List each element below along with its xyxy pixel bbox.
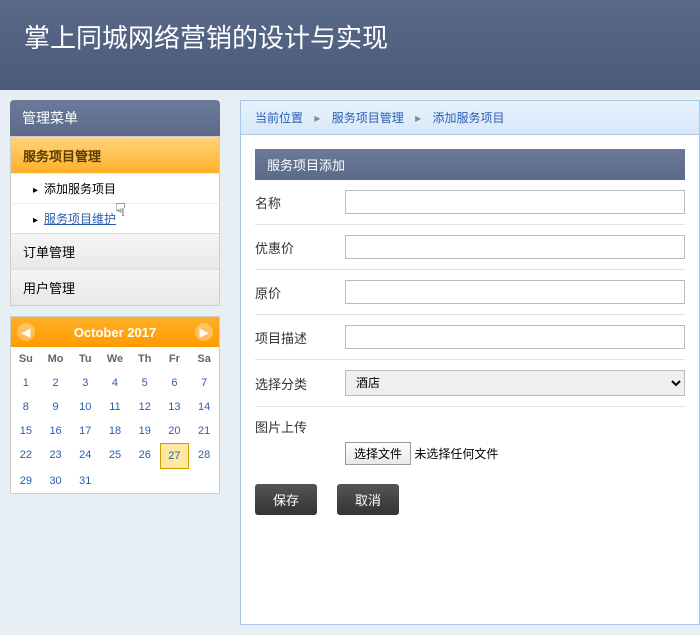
calendar-day[interactable]: 22 bbox=[11, 443, 41, 469]
calendar-day[interactable]: 12 bbox=[130, 395, 160, 419]
calendar-day[interactable]: 9 bbox=[41, 395, 71, 419]
section-title: 服务项目添加 bbox=[255, 149, 685, 180]
calendar-day-header: Th bbox=[130, 347, 160, 371]
calendar-day[interactable]: 23 bbox=[41, 443, 71, 469]
breadcrumb-item[interactable]: 服务项目管理 bbox=[332, 111, 404, 125]
app-title: 掌上同城网络营销的设计与实现 bbox=[24, 23, 388, 53]
calendar-day-header: Tu bbox=[70, 347, 100, 371]
panel: 当前位置 ▸ 服务项目管理 ▸ 添加服务项目 服务项目添加 名称 优惠价 原价 bbox=[240, 100, 700, 625]
input-desc[interactable] bbox=[345, 325, 685, 349]
label-discount: 优惠价 bbox=[255, 238, 345, 257]
calendar-day[interactable]: 27 bbox=[160, 443, 190, 469]
menu-item-service[interactable]: 服务项目管理 bbox=[11, 138, 219, 173]
calendar-day[interactable]: 24 bbox=[70, 443, 100, 469]
breadcrumb-label: 当前位置 bbox=[255, 111, 303, 125]
calendar-day[interactable]: 5 bbox=[130, 371, 160, 395]
calendar-day[interactable]: 13 bbox=[160, 395, 190, 419]
input-original[interactable] bbox=[345, 280, 685, 304]
menu: 服务项目管理 添加服务项目 服务项目维护 订单管理 用户管理 bbox=[10, 136, 220, 306]
calendar-day[interactable]: 19 bbox=[130, 419, 160, 443]
input-name[interactable] bbox=[345, 190, 685, 214]
submenu-maintain-service[interactable]: 服务项目维护 bbox=[11, 203, 219, 233]
calendar-day-header: Mo bbox=[41, 347, 71, 371]
submenu-add-service[interactable]: 添加服务项目 bbox=[11, 173, 219, 203]
main-content: 当前位置 ▸ 服务项目管理 ▸ 添加服务项目 服务项目添加 名称 优惠价 原价 bbox=[230, 90, 700, 635]
calendar-next-icon[interactable]: ▶ bbox=[195, 323, 213, 341]
calendar-day[interactable]: 1 bbox=[11, 371, 41, 395]
calendar-day-header: We bbox=[100, 347, 130, 371]
sidebar: 管理菜单 服务项目管理 添加服务项目 服务项目维护 订单管理 用户管理 ◀ Oc… bbox=[0, 90, 230, 635]
app-header: 掌上同城网络营销的设计与实现 bbox=[0, 0, 700, 90]
file-choose-button[interactable]: 选择文件 bbox=[345, 442, 411, 465]
label-desc: 项目描述 bbox=[255, 328, 345, 347]
calendar-day[interactable]: 2 bbox=[41, 371, 71, 395]
calendar-day bbox=[130, 469, 160, 493]
calendar-day[interactable]: 16 bbox=[41, 419, 71, 443]
calendar-day-header: Su bbox=[11, 347, 41, 371]
calendar-day[interactable]: 29 bbox=[11, 469, 41, 493]
select-category[interactable]: 酒店 bbox=[345, 370, 685, 396]
input-discount[interactable] bbox=[345, 235, 685, 259]
menu-item-orders[interactable]: 订单管理 bbox=[11, 234, 219, 269]
breadcrumb-item[interactable]: 添加服务项目 bbox=[432, 111, 504, 125]
calendar-day[interactable]: 28 bbox=[189, 443, 219, 469]
calendar-day[interactable]: 10 bbox=[70, 395, 100, 419]
chevron-right-icon: ▸ bbox=[415, 111, 421, 125]
calendar-day-header: Fr bbox=[160, 347, 190, 371]
calendar-day bbox=[160, 469, 190, 493]
calendar-day[interactable]: 30 bbox=[41, 469, 71, 493]
calendar-day[interactable]: 20 bbox=[160, 419, 190, 443]
label-category: 选择分类 bbox=[255, 374, 345, 393]
breadcrumb: 当前位置 ▸ 服务项目管理 ▸ 添加服务项目 bbox=[241, 101, 699, 135]
menu-item-users[interactable]: 用户管理 bbox=[11, 270, 219, 305]
calendar-title: October 2017 bbox=[74, 325, 156, 340]
calendar-day[interactable]: 26 bbox=[130, 443, 160, 469]
calendar-day[interactable]: 31 bbox=[70, 469, 100, 493]
calendar-day[interactable]: 21 bbox=[189, 419, 219, 443]
label-upload: 图片上传 bbox=[255, 417, 345, 436]
calendar-day[interactable]: 6 bbox=[160, 371, 190, 395]
calendar-day bbox=[189, 469, 219, 493]
label-original: 原价 bbox=[255, 283, 345, 302]
label-name: 名称 bbox=[255, 193, 345, 212]
file-status: 未选择任何文件 bbox=[414, 447, 498, 461]
calendar: ◀ October 2017 ▶ SuMoTuWeThFrSa123456789… bbox=[10, 316, 220, 494]
form: 名称 优惠价 原价 项目描述 选择分类 酒店 bbox=[255, 180, 685, 529]
save-button[interactable]: 保存 bbox=[255, 484, 317, 515]
calendar-day[interactable]: 18 bbox=[100, 419, 130, 443]
calendar-day[interactable]: 8 bbox=[11, 395, 41, 419]
calendar-day[interactable]: 17 bbox=[70, 419, 100, 443]
calendar-day[interactable]: 15 bbox=[11, 419, 41, 443]
cancel-button[interactable]: 取消 bbox=[337, 484, 399, 515]
calendar-day[interactable]: 25 bbox=[100, 443, 130, 469]
calendar-day[interactable]: 3 bbox=[70, 371, 100, 395]
calendar-day[interactable]: 14 bbox=[189, 395, 219, 419]
calendar-prev-icon[interactable]: ◀ bbox=[17, 323, 35, 341]
calendar-day-header: Sa bbox=[189, 347, 219, 371]
chevron-right-icon: ▸ bbox=[314, 111, 320, 125]
calendar-day[interactable]: 4 bbox=[100, 371, 130, 395]
calendar-day bbox=[100, 469, 130, 493]
menu-title: 管理菜单 bbox=[10, 100, 220, 136]
calendar-day[interactable]: 7 bbox=[189, 371, 219, 395]
calendar-day[interactable]: 11 bbox=[100, 395, 130, 419]
